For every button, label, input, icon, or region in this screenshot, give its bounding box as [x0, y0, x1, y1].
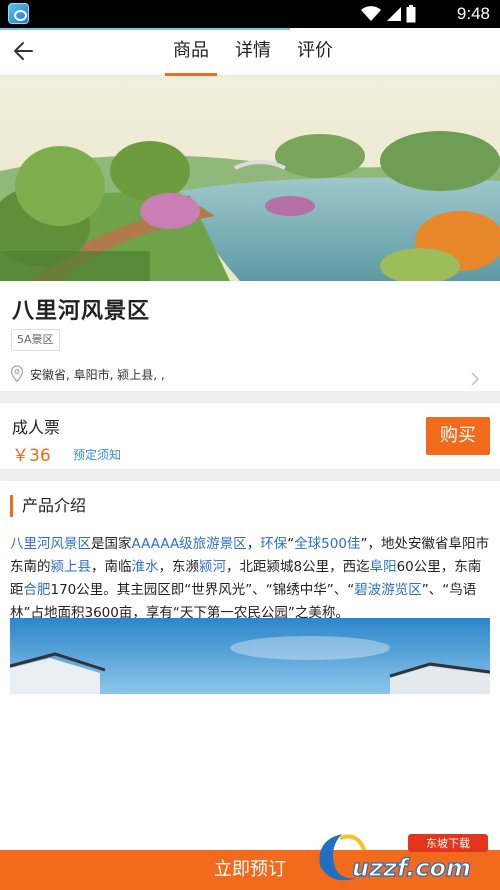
location-pin-icon: [10, 365, 24, 383]
level-badge: 5A景区: [11, 329, 60, 351]
intro-text-segment: 是国家: [91, 536, 132, 552]
tab-bar: 商品 详情 评价: [160, 28, 346, 76]
intro-highlight-link[interactable]: 八里河风景区: [10, 536, 91, 552]
tab-product[interactable]: 商品: [160, 28, 222, 76]
status-icons: [360, 5, 416, 23]
back-arrow-icon: [14, 42, 33, 60]
watermark-tag: 东坡下载: [426, 837, 470, 850]
ticket-name: 成人票: [12, 418, 61, 437]
intro-highlight-link[interactable]: 颍上县: [51, 559, 92, 575]
chevron-right-icon: [471, 372, 479, 386]
tab-reviews[interactable]: 评价: [284, 28, 346, 76]
signal-icon: [387, 7, 401, 21]
ticket-section: 成人票 ￥36 预定须知 购买: [0, 403, 500, 469]
scenic-info-section: 八里河风景区 5A景区 安徽省, 阜阳市, 颍上县, ,: [0, 281, 500, 391]
intro-text-segment: 170公里。其主园区即“世界风光”、“锦绣中华”、“: [50, 582, 355, 598]
tab-details[interactable]: 详情: [222, 28, 284, 76]
intro-highlight-link[interactable]: 颍河: [199, 559, 226, 575]
intro-highlight-link[interactable]: 全球500佳: [294, 536, 360, 552]
address-text: 安徽省, 阜阳市, 颍上县, ,: [30, 367, 165, 382]
hero-image: [0, 76, 500, 281]
intro-highlight-link[interactable]: 碧波游览区: [354, 582, 422, 598]
address-row[interactable]: 安徽省, 阜阳市, 颍上县, ,: [10, 363, 480, 386]
status-time: 9:48: [456, 4, 490, 23]
intro-text: 八里河风景区是国家AAAAA级旅游景区，环保“全球500佳”，地处安徽省阜阳市东…: [10, 533, 492, 625]
intro-highlight-link[interactable]: AAAAA级旅游景区: [132, 536, 247, 552]
status-bar: 9:48: [0, 0, 500, 28]
product-intro-section: 产品介绍 八里河风景区是国家AAAAA级旅游景区，环保“全球500佳”，地处安徽…: [0, 481, 500, 851]
intro-highlight-link[interactable]: 淮水: [132, 559, 159, 575]
wifi-icon: [361, 6, 381, 21]
header: 商品 详情 评价: [0, 28, 500, 76]
ticket-price: ￥36: [12, 446, 51, 466]
booking-notice-link[interactable]: 预定须知: [73, 446, 121, 463]
battery-icon: [406, 5, 416, 23]
intro-heading: 产品介绍: [10, 495, 86, 517]
intro-text-segment: ，东濒: [158, 559, 200, 575]
back-button[interactable]: [10, 36, 40, 66]
intro-text-segment: ，: [246, 536, 261, 552]
watermark-text: uzzf.com: [352, 854, 471, 882]
section-divider: [0, 469, 500, 481]
intro-highlight-link[interactable]: 阜阳: [370, 559, 397, 575]
buy-button[interactable]: 购买: [426, 417, 490, 455]
app-icon: [8, 3, 29, 24]
section-divider: [0, 391, 500, 403]
intro-text-segment: ，北距颍城8公里，西迄: [226, 559, 370, 575]
intro-text-segment: ，南临: [91, 559, 132, 575]
intro-highlight-link[interactable]: 合肥: [24, 582, 51, 598]
watermark-logo: 东坡下载 uzzf.com: [312, 826, 494, 886]
intro-image: [10, 618, 490, 694]
scenic-title: 八里河风景区: [12, 299, 151, 324]
intro-highlight-link[interactable]: 环保: [260, 536, 287, 552]
